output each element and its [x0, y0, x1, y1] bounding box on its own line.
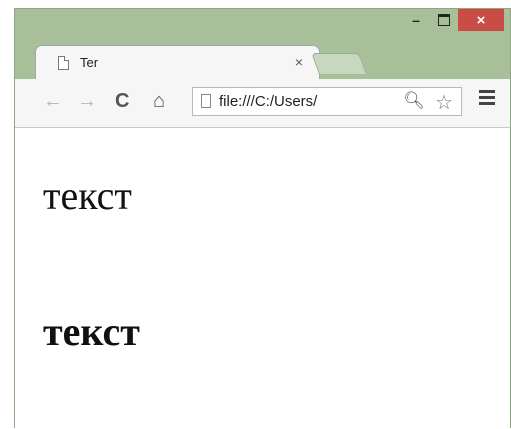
- menu-icon[interactable]: [479, 90, 495, 108]
- bold-text: текст: [43, 309, 140, 354]
- document-icon: [58, 56, 69, 70]
- home-button[interactable]: ⌂: [153, 91, 165, 111]
- forward-button[interactable]: →: [77, 91, 97, 111]
- tab-active[interactable]: Ter ×: [35, 45, 320, 79]
- url-text[interactable]: file:///C:/Users/: [219, 93, 395, 110]
- zoom-icon[interactable]: 🔍︎: [403, 91, 425, 111]
- browser-window: – × Ter × ← → C ⌂ file:///C:/Users/ 🔍︎ ☆: [14, 8, 511, 429]
- normal-text: текст: [43, 173, 132, 218]
- close-icon: ×: [476, 11, 486, 29]
- close-window-button[interactable]: ×: [458, 9, 504, 31]
- toolbar: ← → C ⌂ file:///C:/Users/ 🔍︎ ☆: [15, 79, 510, 128]
- bookmark-star-icon[interactable]: ☆: [435, 90, 453, 115]
- tab-title: Ter: [80, 55, 99, 70]
- minimize-icon: –: [412, 12, 420, 28]
- page-content: текст текст: [15, 128, 510, 429]
- tab-close-button[interactable]: ×: [295, 54, 303, 70]
- maximize-button[interactable]: [430, 9, 458, 31]
- back-button[interactable]: ←: [43, 91, 63, 111]
- minimize-button[interactable]: –: [402, 9, 430, 31]
- reload-button[interactable]: C: [115, 91, 129, 111]
- page-icon: [201, 94, 211, 108]
- new-tab-button[interactable]: [311, 53, 367, 74]
- window-controls: – ×: [402, 9, 504, 33]
- maximize-icon: [438, 14, 450, 26]
- address-bar[interactable]: file:///C:/Users/ 🔍︎ ☆: [192, 87, 462, 116]
- tab-strip: Ter ×: [15, 39, 510, 79]
